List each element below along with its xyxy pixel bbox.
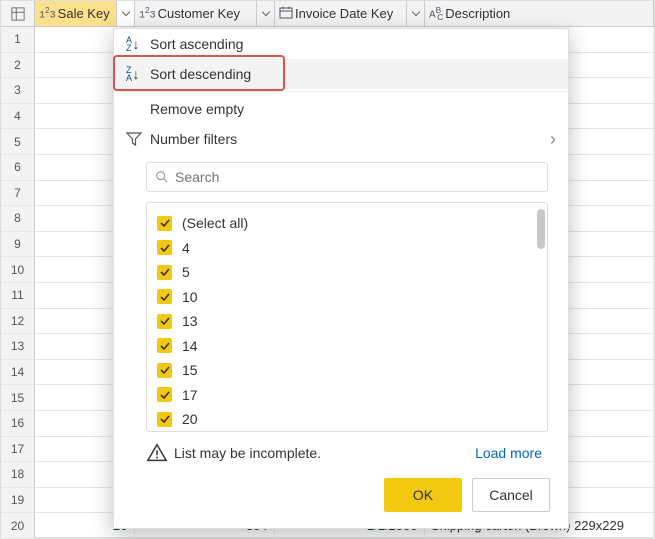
- row-number: 6: [1, 155, 35, 180]
- filter-value-item[interactable]: 17: [157, 383, 537, 408]
- row-number: 17: [1, 437, 35, 462]
- sort-ascending-label: Sort ascending: [150, 36, 243, 52]
- column-label: Customer Key: [158, 6, 240, 21]
- filter-value-label: 13: [182, 313, 198, 329]
- remove-empty-label: Remove empty: [150, 101, 244, 117]
- column-label: Invoice Date Key: [295, 6, 393, 21]
- row-number: 4: [1, 104, 35, 129]
- search-input[interactable]: [175, 169, 539, 185]
- row-number: 8: [1, 206, 35, 231]
- column-label: Sale Key: [58, 6, 110, 21]
- filter-value-label: 17: [182, 387, 198, 403]
- filter-value-item[interactable]: 4: [157, 236, 537, 261]
- row-number: 19: [1, 488, 35, 513]
- filter-value-label: 15: [182, 362, 198, 378]
- filter-value-item[interactable]: 20: [157, 407, 537, 432]
- checkbox-checked-icon[interactable]: [157, 289, 172, 304]
- column-header-row: 123 Sale Key 123 Customer Key Invoice Da…: [1, 1, 654, 27]
- filter-value-item[interactable]: 10: [157, 285, 537, 310]
- sort-descending-item[interactable]: ZA↓ Sort descending: [114, 59, 568, 89]
- row-number: 2: [1, 53, 35, 78]
- checkbox-checked-icon[interactable]: [157, 314, 172, 329]
- checkbox-checked-icon[interactable]: [157, 240, 172, 255]
- checkbox-checked-icon[interactable]: [157, 216, 172, 231]
- checkbox-checked-icon[interactable]: [157, 338, 172, 353]
- filter-value-item[interactable]: 5: [157, 260, 537, 285]
- sort-ascending-icon: AZ↓: [126, 36, 150, 52]
- column-header-sale-key[interactable]: 123 Sale Key: [35, 1, 135, 26]
- menu-separator: [114, 91, 568, 92]
- row-number: 7: [1, 181, 35, 206]
- row-number: 12: [1, 309, 35, 334]
- row-number: 16: [1, 411, 35, 436]
- filter-value-item[interactable]: (Select all): [157, 211, 537, 236]
- row-number: 13: [1, 334, 35, 359]
- column-header-invoice-date-key[interactable]: Invoice Date Key: [275, 1, 425, 26]
- checkbox-checked-icon[interactable]: [157, 412, 172, 427]
- filter-value-item[interactable]: 14: [157, 334, 537, 359]
- search-icon: [155, 170, 169, 184]
- table-corner-icon[interactable]: [1, 1, 35, 26]
- incomplete-list-text: List may be incomplete.: [174, 445, 321, 461]
- sort-descending-label: Sort descending: [150, 66, 251, 82]
- load-more-link[interactable]: Load more: [475, 445, 542, 461]
- remove-empty-item[interactable]: Remove empty: [114, 94, 568, 124]
- number-filters-item[interactable]: Number filters ›: [114, 124, 568, 154]
- row-number: 18: [1, 462, 35, 487]
- column-filter-panel: AZ↓ Sort ascending ZA↓ Sort descending R…: [113, 28, 569, 529]
- row-number: 9: [1, 232, 35, 257]
- type-icon-number: 123: [39, 5, 56, 21]
- column-filter-dropdown-button[interactable]: [256, 1, 274, 26]
- number-filters-label: Number filters: [150, 131, 237, 147]
- sort-descending-icon: ZA↓: [126, 66, 150, 82]
- checkbox-checked-icon[interactable]: [157, 363, 172, 378]
- search-box[interactable]: [146, 162, 548, 192]
- row-number: 5: [1, 129, 35, 154]
- row-number: 10: [1, 257, 35, 282]
- filter-value-item[interactable]: 13: [157, 309, 537, 334]
- type-icon-date: [279, 6, 293, 22]
- column-filter-dropdown-button[interactable]: [406, 1, 424, 26]
- sort-ascending-item[interactable]: AZ↓ Sort ascending: [114, 29, 568, 59]
- filter-icon: [126, 131, 150, 147]
- checkbox-checked-icon[interactable]: [157, 265, 172, 280]
- filter-footer: List may be incomplete. Load more: [114, 432, 568, 478]
- filter-value-label: 10: [182, 289, 198, 305]
- dialog-button-row: OK Cancel: [114, 478, 568, 528]
- type-icon-number: 123: [139, 5, 156, 21]
- warning-icon: [146, 442, 168, 464]
- filter-value-label: 5: [182, 264, 190, 280]
- filter-values-box: (Select all) 4 5 10 13 14 15 17 20: [146, 202, 548, 432]
- filter-value-label: 4: [182, 240, 190, 256]
- filter-values-list[interactable]: (Select all) 4 5 10 13 14 15 17 20: [147, 203, 547, 432]
- column-filter-dropdown-button[interactable]: [116, 1, 134, 26]
- column-header-customer-key[interactable]: 123 Customer Key: [135, 1, 275, 26]
- column-header-description[interactable]: ABC Description: [425, 1, 654, 26]
- row-number: 1: [1, 27, 35, 52]
- row-number: 20: [1, 513, 35, 538]
- row-number: 14: [1, 360, 35, 385]
- chevron-right-icon: ›: [550, 129, 556, 150]
- ok-button[interactable]: OK: [384, 478, 462, 512]
- filter-value-label: (Select all): [182, 215, 248, 231]
- row-number: 15: [1, 385, 35, 410]
- row-number: 3: [1, 78, 35, 103]
- filter-value-item[interactable]: 15: [157, 358, 537, 383]
- filter-value-label: 20: [182, 411, 198, 427]
- checkbox-checked-icon[interactable]: [157, 387, 172, 402]
- column-label: Description: [445, 6, 510, 21]
- row-number: 11: [1, 283, 35, 308]
- scrollbar-thumb[interactable]: [537, 209, 545, 249]
- filter-value-label: 14: [182, 338, 198, 354]
- type-icon-text: ABC: [429, 5, 443, 22]
- cancel-button[interactable]: Cancel: [472, 478, 550, 512]
